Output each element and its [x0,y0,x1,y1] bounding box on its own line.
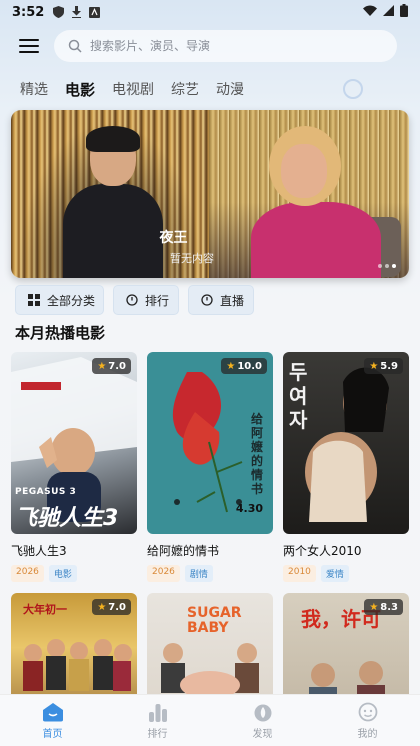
year-tag: 2010 [283,565,316,582]
nav-discover-label: 发现 [252,728,273,740]
shield-icon [52,6,64,18]
clock-icon [126,294,138,306]
download-icon [70,6,82,18]
ranking-button[interactable]: 排行 [113,285,179,315]
nav-profile[interactable]: 我的 [315,695,420,746]
rating-badge: ★ 10.0 [221,358,267,374]
tab-featured[interactable]: 精选 [20,80,48,100]
decorative-circle [343,79,363,99]
poster-date-text: 4.30 [235,502,263,515]
category-tabs: 精选 电影 电视剧 综艺 动漫 [20,80,261,100]
movie-poster[interactable]: 给阿嬷的情书 4.30 ★ 10.0 [147,352,273,534]
profile-icon [358,702,377,721]
poster-title-text: 给阿嬷的情书 [251,412,264,496]
rating-badge: ★ 7.0 [92,599,131,615]
battery-icon [400,3,408,21]
tab-movies[interactable]: 电影 [65,80,95,100]
poster-title-text: SUGAR BABY [187,605,242,636]
poster-title-text: 飞驰人生3 [15,506,119,531]
movie-card[interactable]: 두여자 ★ 5.9 两个女人2010 2010 爱情 [283,352,409,582]
nav-discover[interactable]: 发现 [210,695,315,746]
nav-profile-label: 我的 [357,728,378,740]
genre-tag: 剧情 [184,565,213,582]
poster-brand-text: PEGASUS 3 [15,487,77,497]
movie-tags: 2026 电影 [11,565,137,582]
nav-ranking-label: 排行 [147,728,168,740]
pagination-dot [378,264,382,268]
movie-poster[interactable]: PEGASUS 3 飞驰人生3 ★ 7.0 [11,352,137,534]
all-categories-button[interactable]: 全部分类 [15,285,104,315]
pagination-dot-active [392,264,396,268]
genre-tag: 电影 [48,565,77,582]
pagination-dot [385,264,389,268]
all-categories-label: 全部分类 [47,293,96,308]
nav-ranking[interactable]: 排行 [105,695,210,746]
movie-title[interactable]: 两个女人2010 [283,542,409,559]
home-icon [42,702,63,721]
movie-card[interactable]: 给阿嬷的情书 4.30 ★ 10.0 给阿嬷的情书 2026 剧情 [147,352,273,582]
tab-anime[interactable]: 动漫 [216,80,244,100]
nav-home[interactable]: 首页 [0,695,105,746]
search-input[interactable] [90,39,350,53]
banner-subtitle: 暂无内容 [170,252,214,265]
status-time: 3:52 [12,4,45,20]
rating-value: 10.0 [237,360,262,372]
movie-title[interactable]: 给阿嬷的情书 [147,542,273,559]
movie-card[interactable]: PEGASUS 3 飞驰人生3 ★ 7.0 飞驰人生3 2026 电影 [11,352,137,582]
rating-value: 7.0 [108,360,126,372]
movie-poster[interactable]: 두여자 ★ 5.9 [283,352,409,534]
star-icon: ★ [226,360,236,372]
menu-button[interactable] [14,32,44,60]
rank-icon [148,703,167,722]
rating-value: 5.9 [380,360,398,372]
search-icon [68,39,82,53]
featured-banner[interactable]: 夜王 暂无内容 [11,110,409,278]
star-icon: ★ [97,360,107,372]
rating-value: 8.3 [380,601,398,613]
rating-badge: ★ 8.3 [364,599,403,615]
discover-icon [254,704,271,721]
tab-tv-series[interactable]: 电视剧 [112,80,154,100]
movie-tags: 2010 爱情 [283,565,409,582]
rating-badge: ★ 7.0 [92,358,131,374]
signal-icon [383,4,394,20]
live-label: 直播 [220,293,245,308]
wifi-icon [363,5,377,20]
star-icon: ★ [369,601,379,613]
live-button[interactable]: 直播 [188,285,254,315]
genre-tag: 爱情 [320,565,349,582]
year-tag: 2026 [147,565,180,582]
nav-home-label: 首页 [42,728,63,740]
banner-pagination [378,264,396,268]
movie-tags: 2026 剧情 [147,565,273,582]
app-icon [88,6,100,18]
poster-title-text: 두여자 [289,360,308,432]
year-tag: 2026 [11,565,44,582]
status-bar: 3:52 [0,0,420,24]
bottom-navigation: 首页 排行 发现 我的 [0,694,420,746]
clock-icon [201,294,213,306]
hamburger-icon-line [19,51,39,53]
grid-icon [28,294,40,306]
movie-title[interactable]: 飞驰人生3 [11,542,137,559]
tab-variety[interactable]: 综艺 [171,80,199,100]
search-bar[interactable] [54,30,397,62]
hamburger-icon-line [19,39,39,41]
banner-title: 夜王 [159,230,188,246]
section-title: 本月热播电影 [15,324,106,342]
poster-title-text: 大年初一 [23,603,67,616]
rating-badge: ★ 5.9 [364,358,403,374]
star-icon: ★ [369,360,379,372]
hamburger-icon-line [19,45,39,47]
ranking-label: 排行 [145,293,170,308]
star-icon: ★ [97,601,107,613]
rating-value: 7.0 [108,601,126,613]
